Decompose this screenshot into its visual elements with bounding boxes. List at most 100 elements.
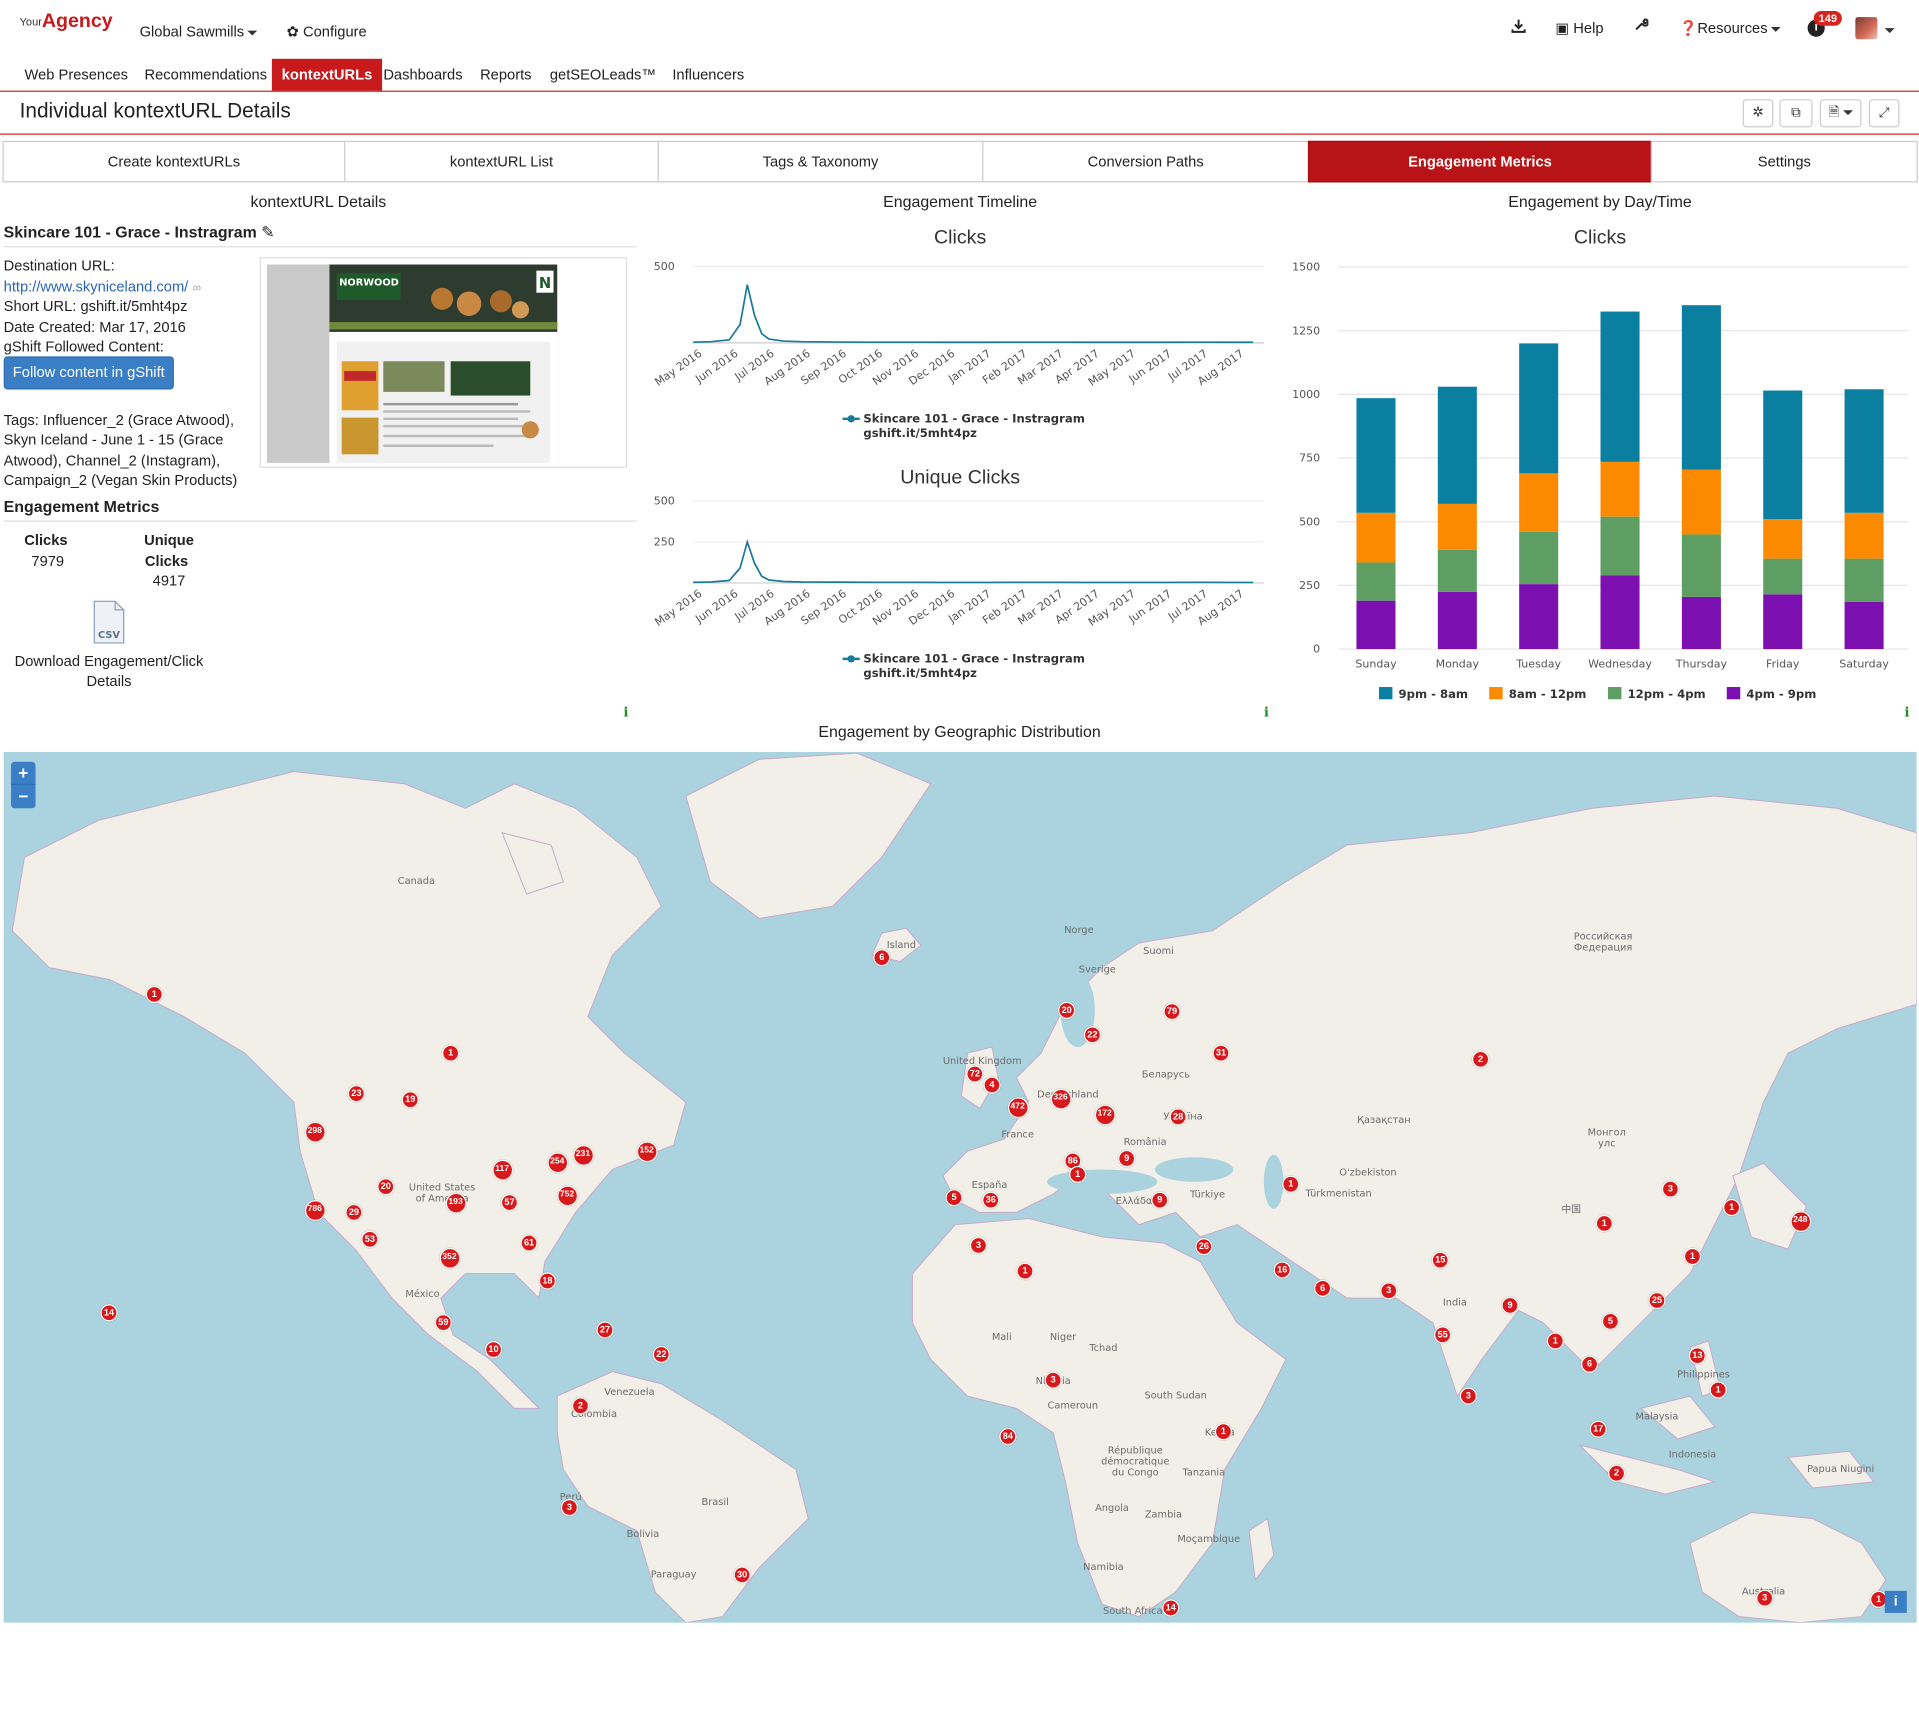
map-cluster-marker[interactable]: 25 <box>1648 1292 1666 1310</box>
map-cluster-marker[interactable]: 2 <box>1607 1464 1626 1482</box>
unique-clicks-timeline-chart[interactable]: 250500May 2016Jun 2016Jul 2016Aug 2016Se… <box>644 491 1276 687</box>
map-cluster-marker[interactable]: 9 <box>1151 1191 1169 1209</box>
menu-reports[interactable]: Reports <box>470 59 541 91</box>
map-cluster-marker[interactable]: 28 <box>1169 1108 1187 1126</box>
map-cluster-marker[interactable]: 20 <box>1058 1001 1076 1019</box>
info-icon[interactable]: i <box>1264 704 1269 720</box>
map-cluster-marker[interactable]: 13 <box>1688 1347 1706 1365</box>
map-cluster-marker[interactable]: 117 <box>491 1159 513 1180</box>
map-cluster-marker[interactable]: 15 <box>1431 1251 1449 1269</box>
info-icon[interactable]: i <box>623 704 628 720</box>
map-cluster-marker[interactable]: 26 <box>1195 1238 1213 1256</box>
map-cluster-marker[interactable]: 72 <box>966 1065 984 1083</box>
download-icon[interactable] <box>1511 18 1526 36</box>
csv-file-icon[interactable]: CSV <box>93 600 125 644</box>
map-cluster-marker[interactable]: 61 <box>520 1234 538 1252</box>
map-cluster-marker[interactable]: 10 <box>484 1341 503 1359</box>
agency-logo[interactable]: YourAgency <box>20 11 113 33</box>
map-cluster-marker[interactable]: 298 <box>304 1121 326 1142</box>
map-cluster-marker[interactable]: 1 <box>1709 1381 1727 1399</box>
engagement-daytime-chart[interactable]: 0 250 500 750 1000 1250 1500 Sunday Monday Tuesda… <box>1283 251 1916 716</box>
menu-influencers[interactable]: Influencers <box>663 59 754 91</box>
settings-gear-button[interactable]: ✲ <box>1742 99 1774 128</box>
map-cluster-marker[interactable]: 36 <box>982 1191 1000 1209</box>
map-cluster-marker[interactable]: 752 <box>556 1184 578 1206</box>
follow-content-button[interactable]: Follow content in gShift <box>3 356 174 390</box>
map-cluster-marker[interactable]: 22 <box>652 1345 670 1364</box>
map-cluster-marker[interactable]: 1 <box>1282 1175 1300 1193</box>
map-cluster-marker[interactable]: 786 <box>304 1199 326 1221</box>
map-cluster-marker[interactable]: 2 <box>571 1397 590 1415</box>
map-cluster-marker[interactable]: 1 <box>442 1044 460 1062</box>
map-cluster-marker[interactable]: 14 <box>1162 1599 1180 1617</box>
map-cluster-marker[interactable]: 29 <box>345 1203 363 1221</box>
map-cluster-marker[interactable]: 1 <box>1723 1198 1741 1217</box>
map-cluster-marker[interactable]: 57 <box>500 1194 519 1212</box>
map-cluster-marker[interactable]: 352 <box>439 1247 460 1269</box>
map-cluster-marker[interactable]: 1 <box>1595 1214 1613 1233</box>
tab-kontexturl-list[interactable]: kontextURL List <box>344 140 659 183</box>
wrench-icon[interactable] <box>1634 17 1650 35</box>
avatar[interactable] <box>1855 17 1878 40</box>
map-cluster-marker[interactable]: 59 <box>434 1314 452 1332</box>
map-cluster-marker[interactable]: 14 <box>100 1304 118 1322</box>
map-cluster-marker[interactable]: 79 <box>1163 1002 1181 1021</box>
map-cluster-marker[interactable]: 27 <box>596 1321 614 1339</box>
map-cluster-marker[interactable]: 3 <box>1661 1180 1680 1198</box>
edit-icon[interactable]: ✎ <box>261 223 274 241</box>
map-cluster-marker[interactable]: 19 <box>401 1091 419 1109</box>
help-button[interactable]: ▣ Help <box>1555 20 1603 37</box>
map-cluster-marker[interactable]: 3 <box>1044 1371 1062 1389</box>
map-cluster-marker[interactable]: 3 <box>1380 1282 1398 1300</box>
world-map[interactable]: Canada Island Norge Sverige Suomi Российская … <box>3 751 1917 1623</box>
clicks-timeline-chart[interactable]: 500May 2016Jun 2016Jul 2016Aug 2016Sep 2… <box>644 251 1276 447</box>
map-cluster-marker[interactable]: 22 <box>1083 1026 1101 1044</box>
map-cluster-marker[interactable]: 2 <box>1472 1050 1490 1068</box>
zoom-out-button[interactable]: − <box>11 785 35 808</box>
menu-getseoleads[interactable]: getSEOLeads™ <box>540 59 666 91</box>
map-cluster-marker[interactable]: 231 <box>572 1144 594 1166</box>
map-cluster-marker[interactable]: 3 <box>1756 1589 1774 1607</box>
map-cluster-marker[interactable]: 16 <box>1273 1261 1291 1279</box>
map-cluster-marker[interactable]: 1 <box>145 985 163 1003</box>
map-cluster-marker[interactable]: 6 <box>873 949 891 967</box>
tab-conversion-paths[interactable]: Conversion Paths <box>982 140 1310 183</box>
map-cluster-marker[interactable]: 9 <box>1118 1149 1136 1168</box>
map-cluster-marker[interactable]: 1 <box>1214 1423 1233 1441</box>
menu-web-presences[interactable]: Web Presences <box>15 59 138 91</box>
map-cluster-marker[interactable]: 326 <box>1050 1088 1071 1109</box>
map-cluster-marker[interactable]: 152 <box>636 1140 658 1162</box>
map-cluster-marker[interactable]: 1 <box>1016 1262 1034 1280</box>
account-dropdown[interactable]: Global Sawmills <box>140 23 258 40</box>
map-cluster-marker[interactable]: 193 <box>445 1192 466 1214</box>
destination-url-link[interactable]: http://www.skyniceland.com/ <box>4 278 189 295</box>
map-cluster-marker[interactable]: 31 <box>1212 1044 1230 1062</box>
map-cluster-marker[interactable]: 5 <box>1601 1312 1620 1330</box>
export-pdf-button[interactable]: 🗎 <box>1819 99 1862 128</box>
resources-dropdown[interactable]: ❓Resources <box>1679 20 1782 37</box>
map-cluster-marker[interactable]: 30 <box>733 1566 751 1584</box>
configure-button[interactable]: ✿ Configure <box>287 23 367 40</box>
map-cluster-marker[interactable]: 1 <box>1546 1332 1564 1350</box>
tab-create-kontexturls[interactable]: Create kontextURLs <box>2 140 346 183</box>
menu-kontexturls[interactable]: kontextURLs <box>271 58 383 91</box>
tab-settings[interactable]: Settings <box>1650 140 1918 183</box>
fullscreen-button[interactable]: ⤢ <box>1868 99 1900 128</box>
chevron-down-icon[interactable] <box>1884 28 1895 34</box>
map-cluster-marker[interactable]: 55 <box>1434 1326 1452 1344</box>
map-cluster-marker[interactable]: 20 <box>377 1178 395 1196</box>
map-cluster-marker[interactable]: 172 <box>1094 1104 1116 1125</box>
map-cluster-marker[interactable]: 18 <box>538 1272 556 1290</box>
map-cluster-marker[interactable]: 3 <box>560 1498 579 1517</box>
map-cluster-marker[interactable]: 1 <box>1683 1247 1702 1266</box>
map-info-button[interactable]: i <box>1884 1590 1907 1613</box>
info-icon[interactable]: i <box>1904 704 1909 720</box>
map-cluster-marker[interactable]: 4 <box>983 1076 1001 1094</box>
tab-tags-taxonomy[interactable]: Tags & Taxonomy <box>657 140 984 183</box>
copy-button[interactable]: ⧉ <box>1779 99 1813 128</box>
zoom-in-button[interactable]: + <box>11 762 36 786</box>
map-cluster-marker[interactable]: 3 <box>1459 1387 1477 1405</box>
map-cluster-marker[interactable]: 84 <box>999 1427 1017 1446</box>
map-cluster-marker[interactable]: 6 <box>1314 1279 1332 1297</box>
page-thumbnail[interactable]: NORWOOD N <box>259 257 628 468</box>
